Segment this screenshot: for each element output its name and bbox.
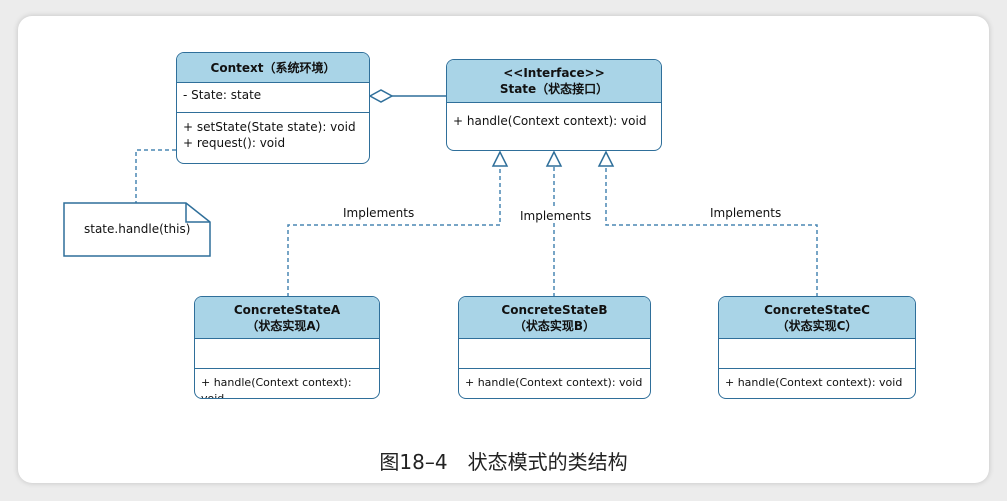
implements-label-c: Implements <box>710 206 782 220</box>
implements-label-a: Implements <box>343 206 415 220</box>
state-method: + handle(Context context): void <box>453 114 647 128</box>
implements-edge-c <box>605 166 818 297</box>
concrete-state-b-header: ConcreteStateB （状态实现B） <box>459 297 650 339</box>
context-attribute: - State: state <box>177 83 369 113</box>
implements-arrow-a <box>491 150 509 167</box>
concrete-state-c-header: ConcreteStateC （状态实现C） <box>719 297 915 339</box>
implements-label-b: Implements <box>518 209 594 223</box>
concrete-state-a-header: ConcreteStateA （状态实现A） <box>195 297 379 339</box>
concrete-state-c-attributes <box>719 339 915 369</box>
context-class-title: Context（系统环境） <box>177 53 369 83</box>
concrete-state-b-subtitle: （状态实现B） <box>513 319 596 333</box>
concrete-state-c-name: ConcreteStateC <box>764 303 870 317</box>
aggregation-diamond <box>368 89 394 103</box>
context-method-setstate: + setState(State state): void <box>183 120 356 134</box>
state-interface-header: <<Interface>> State（状态接口） <box>447 60 661 103</box>
concrete-state-a: ConcreteStateA （状态实现A） + handle(Context … <box>194 296 380 399</box>
state-stereotype: <<Interface>> <box>503 66 605 80</box>
concrete-state-a-method: + handle(Context context): void <box>201 376 352 399</box>
concrete-state-c-subtitle: （状态实现C） <box>776 319 858 333</box>
implements-arrow-c <box>597 150 615 167</box>
context-class: Context（系统环境） - State: state + setState(… <box>176 52 370 164</box>
concrete-state-a-subtitle: （状态实现A） <box>246 319 328 333</box>
concrete-state-b-attributes <box>459 339 650 369</box>
implements-edge-a <box>287 166 501 297</box>
concrete-state-a-attributes <box>195 339 379 369</box>
concrete-state-b: ConcreteStateB （状态实现B） + handle(Context … <box>458 296 651 399</box>
concrete-state-a-name: ConcreteStateA <box>233 303 341 317</box>
implements-arrow-b <box>545 150 563 167</box>
context-method-request: + request(): void <box>183 136 286 150</box>
concrete-state-c-method: + handle(Context context): void <box>725 376 903 389</box>
concrete-state-c: ConcreteStateC （状态实现C） + handle(Context … <box>718 296 916 399</box>
note-text: state.handle(this) <box>84 222 191 236</box>
figure-caption: 图18–4 状态模式的类结构 <box>379 450 628 474</box>
concrete-state-b-method: + handle(Context context): void <box>465 376 643 389</box>
state-interface: <<Interface>> State（状态接口） + handle(Conte… <box>446 59 662 151</box>
context-methods: + setState(State state): void + request(… <box>177 113 369 155</box>
concrete-state-b-name: ConcreteStateB <box>501 303 608 317</box>
state-interface-title: State（状态接口） <box>499 82 609 96</box>
note-link <box>135 149 176 203</box>
